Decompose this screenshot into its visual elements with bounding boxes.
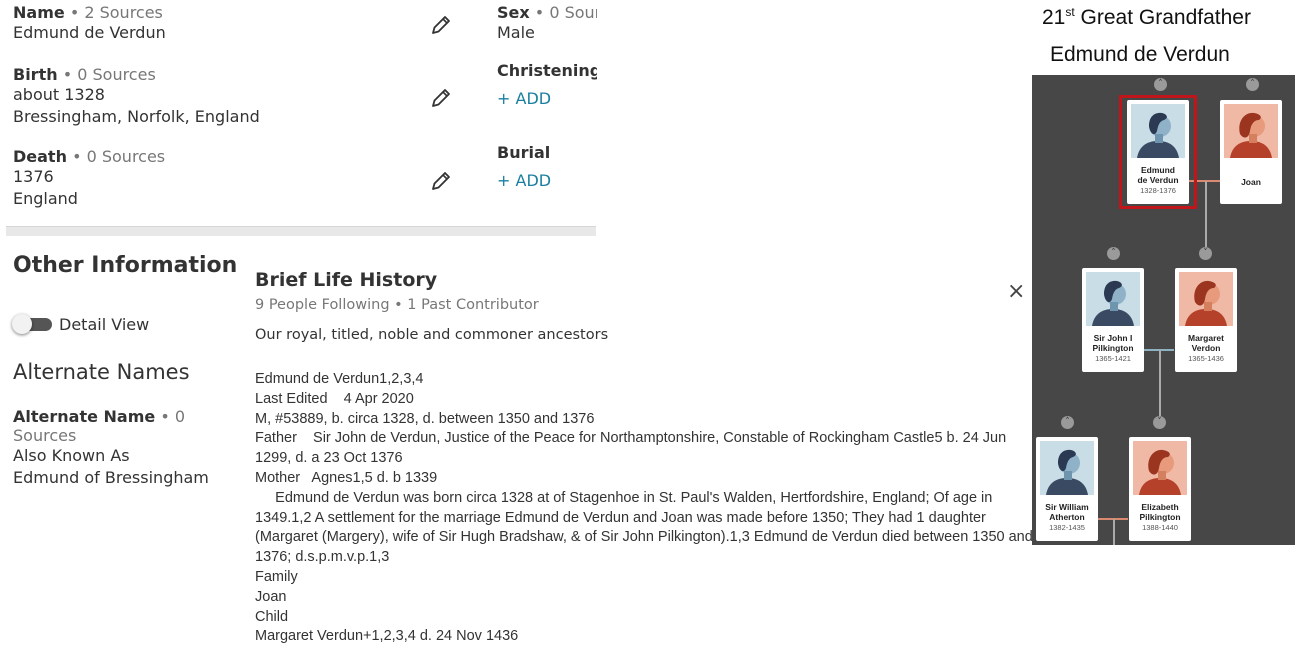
history-line: Edmund de Verdun1,2,3,4 — [255, 371, 424, 387]
alt-name-label: Alternate Name — [13, 407, 156, 426]
history-line: Joan — [255, 588, 287, 605]
life-history-title: Brief Life History — [255, 269, 438, 291]
expand-up-chevron-icon[interactable]: ˄ — [1107, 247, 1120, 260]
history-line: Mother Agnes1,5 d. b 1339 — [255, 469, 438, 486]
history-line: Last Edited 4 Apr 2020 — [255, 390, 414, 407]
death-label: Death — [13, 147, 67, 166]
name-sources[interactable]: • 2 Sources — [70, 3, 163, 22]
alternate-name-entry[interactable]: Alternate Name • 0 Sources Also Known As… — [13, 407, 253, 489]
birth-vital[interactable]: Birth • 0 Sources about 1328 Bressingham… — [13, 65, 433, 128]
person-name-line: Pilkington — [1139, 511, 1181, 522]
relationship-title: 21st Great Grandfather — [1042, 5, 1251, 30]
relationship-ordinal: st — [1065, 5, 1075, 19]
life-history-body: Edmund de Verdun1,2,3,4 Last Edited 4 Ap… — [255, 370, 1035, 647]
edit-death-pencil-icon[interactable] — [429, 169, 453, 193]
alternate-names-heading: Alternate Names — [13, 360, 190, 384]
name-label: Name — [13, 3, 65, 22]
person-dates: 1382-1435 — [1049, 523, 1085, 532]
burial-label: Burial — [497, 143, 551, 162]
descent-line — [1159, 350, 1161, 416]
person-card-william[interactable]: Sir William Atherton 1382-1435 — [1036, 437, 1098, 541]
section-divider — [6, 226, 596, 236]
person-dates: 1365-1436 — [1188, 354, 1224, 363]
birth-date: about 1328 — [13, 85, 105, 104]
birth-label: Birth — [13, 65, 58, 84]
name-vital[interactable]: Name • 2 Sources Edmund de Verdun — [13, 3, 433, 44]
descent-line — [1205, 181, 1207, 247]
female-silhouette-icon — [1133, 441, 1187, 495]
relationship-label: Great Grandfather — [1074, 6, 1251, 29]
male-silhouette-icon — [1131, 104, 1185, 158]
family-tree-panel[interactable]: ˄ ˄ ˄ ˅ ˄ ˅ Edmund de Verdun 1328-1376 Jo… — [1032, 75, 1295, 545]
alt-name-value: Edmund of Bressingham — [13, 468, 209, 487]
history-line: M, #53889, b. circa 1328, d. between 135… — [255, 410, 595, 427]
christening-label: Christening — [497, 61, 597, 80]
person-name: Margaret Verdon — [1175, 333, 1237, 353]
person-name: Edmund de Verdun — [1127, 165, 1189, 185]
history-line: Child — [255, 608, 289, 625]
christening-vital: Christening + ADD — [497, 61, 597, 108]
death-vital[interactable]: Death • 0 Sources 1376 England — [13, 147, 433, 210]
person-card-margaret[interactable]: Margaret Verdon 1365-1436 — [1175, 268, 1237, 372]
detail-view-label: Detail View — [59, 315, 150, 334]
relationship-subject: Edmund de Verdun — [1050, 43, 1230, 66]
person-name: Elizabeth Pilkington — [1129, 502, 1191, 522]
person-name-line: de Verdun — [1137, 174, 1179, 185]
male-silhouette-icon — [1086, 272, 1140, 326]
life-history-meta[interactable]: 9 People Following • 1 Past Contributor — [255, 297, 539, 313]
detail-view-toggle-knob[interactable] — [12, 314, 32, 334]
death-place: England — [13, 189, 78, 208]
person-name: Joan — [1241, 177, 1261, 187]
expand-down-chevron-icon[interactable]: ˅ — [1153, 416, 1166, 429]
christening-add-button[interactable]: + ADD — [497, 89, 597, 108]
expand-up-chevron-icon[interactable]: ˄ — [1154, 78, 1167, 91]
history-line: Margaret Verdun+1,2,3,4 d. 24 Nov 1436 — [255, 628, 519, 645]
female-silhouette-icon — [1224, 104, 1278, 158]
other-information-heading: Other Information — [13, 253, 238, 278]
name-value: Edmund de Verdun — [13, 23, 166, 42]
person-dates: 1365-1421 — [1095, 354, 1131, 363]
alt-name-type: Also Known As — [13, 446, 130, 465]
male-silhouette-icon — [1040, 441, 1094, 495]
descent-line — [1113, 519, 1115, 545]
history-line: Edmund de Verdun was born circa 1328 at … — [255, 489, 1033, 566]
sex-label: Sex — [497, 3, 530, 22]
edit-birth-pencil-icon[interactable] — [429, 86, 453, 110]
death-sources[interactable]: • 0 Sources — [72, 147, 165, 166]
sex-vital[interactable]: Sex • 0 Sourc Male — [497, 3, 597, 44]
person-card-elizabeth[interactable]: Elizabeth Pilkington 1388-1440 — [1129, 437, 1191, 541]
edit-name-pencil-icon[interactable] — [429, 13, 453, 37]
person-card-john[interactable]: Sir John I Pilkington 1365-1421 — [1082, 268, 1144, 372]
birth-place: Bressingham, Norfolk, England — [13, 107, 260, 126]
person-card-edmund[interactable]: Edmund de Verdun 1328-1376 — [1127, 100, 1189, 204]
person-card-joan[interactable]: Joan — [1220, 100, 1282, 204]
person-name-line: Atherton — [1049, 511, 1085, 522]
person-name-line: Verdon — [1191, 342, 1221, 353]
expand-up-chevron-icon[interactable]: ˄ — [1246, 78, 1259, 91]
expand-down-chevron-icon[interactable]: ˅ — [1199, 247, 1212, 260]
life-history-intro: Our royal, titled, noble and commoner an… — [255, 327, 609, 343]
sex-sources[interactable]: • 0 Sourc — [535, 3, 597, 22]
person-name: Sir John I Pilkington — [1082, 333, 1144, 353]
history-line: Father Sir John de Verdun, Justice of th… — [255, 430, 1011, 467]
person-name-line: Pilkington — [1092, 342, 1134, 353]
history-line: Family — [255, 568, 298, 585]
close-icon[interactable]: × — [1007, 279, 1025, 305]
person-dates: 1328-1376 — [1140, 186, 1176, 195]
sex-value: Male — [497, 23, 535, 42]
burial-vital: Burial + ADD — [497, 143, 597, 190]
female-silhouette-icon — [1179, 272, 1233, 326]
birth-sources[interactable]: • 0 Sources — [63, 65, 156, 84]
person-dates: 1388-1440 — [1142, 523, 1178, 532]
person-name: Sir William Atherton — [1036, 502, 1098, 522]
relationship-number: 21 — [1042, 6, 1066, 29]
death-date: 1376 — [13, 167, 54, 186]
expand-up-chevron-icon[interactable]: ˄ — [1061, 416, 1074, 429]
burial-add-button[interactable]: + ADD — [497, 171, 597, 190]
